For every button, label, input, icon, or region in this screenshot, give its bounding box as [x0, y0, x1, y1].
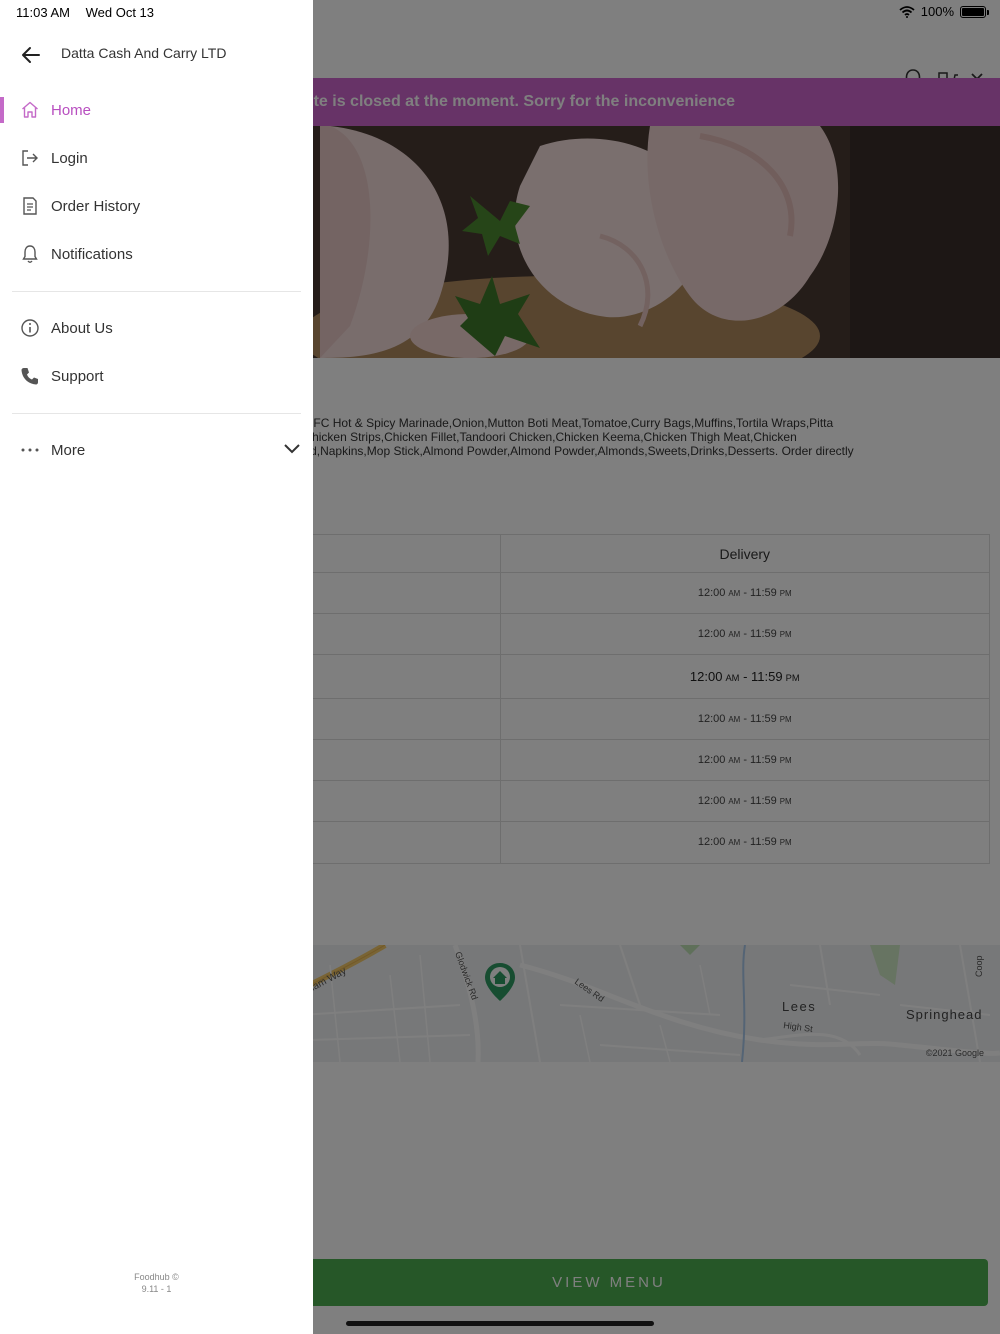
drawer-item-about-us[interactable]: About Us	[0, 308, 313, 348]
drawer-item-label: Notifications	[51, 245, 133, 263]
footer-version: 9.11 - 1	[141, 1284, 172, 1294]
back-arrow-icon[interactable]	[20, 44, 42, 66]
drawer-divider	[12, 413, 301, 414]
status-bar-right: 100%	[899, 4, 989, 19]
status-date: Wed Oct 13	[85, 5, 154, 20]
bell-icon	[22, 245, 38, 263]
home-indicator[interactable]	[346, 1321, 654, 1326]
order-history-icon	[23, 197, 37, 215]
drawer-item-more[interactable]: More	[0, 430, 313, 470]
navigation-drawer: 11:03 AM Wed Oct 13 Datta Cash And Carry…	[0, 0, 313, 1334]
drawer-item-login[interactable]: Login	[0, 138, 313, 178]
login-icon	[22, 150, 38, 166]
more-dots-icon	[21, 448, 39, 452]
drawer-item-home[interactable]: Home	[0, 90, 313, 130]
drawer-item-label: Order History	[51, 197, 141, 215]
info-icon	[21, 319, 39, 337]
status-bar-left: 11:03 AM Wed Oct 13	[16, 5, 154, 20]
drawer-item-label: More	[51, 441, 86, 459]
drawer-item-label: About Us	[51, 319, 113, 337]
drawer-item-support[interactable]: Support	[0, 356, 313, 396]
footer-brand: Foodhub ©	[134, 1272, 179, 1282]
drawer-divider	[12, 291, 301, 292]
drawer-item-label: Login	[51, 149, 88, 167]
drawer-item-order-history[interactable]: Order History	[0, 186, 313, 226]
drawer-item-notifications[interactable]: Notifications	[0, 234, 313, 274]
chevron-down-icon[interactable]	[283, 442, 301, 456]
battery-icon	[960, 5, 989, 18]
phone-icon	[21, 368, 38, 385]
drawer-item-label: Support	[51, 367, 104, 385]
store-name: Datta Cash And Carry LTD	[61, 45, 227, 61]
wifi-icon	[899, 5, 915, 18]
drawer-item-label: Home	[51, 101, 92, 119]
home-icon	[22, 101, 38, 118]
battery-percent: 100%	[920, 4, 954, 19]
status-time: 11:03 AM	[16, 5, 70, 20]
